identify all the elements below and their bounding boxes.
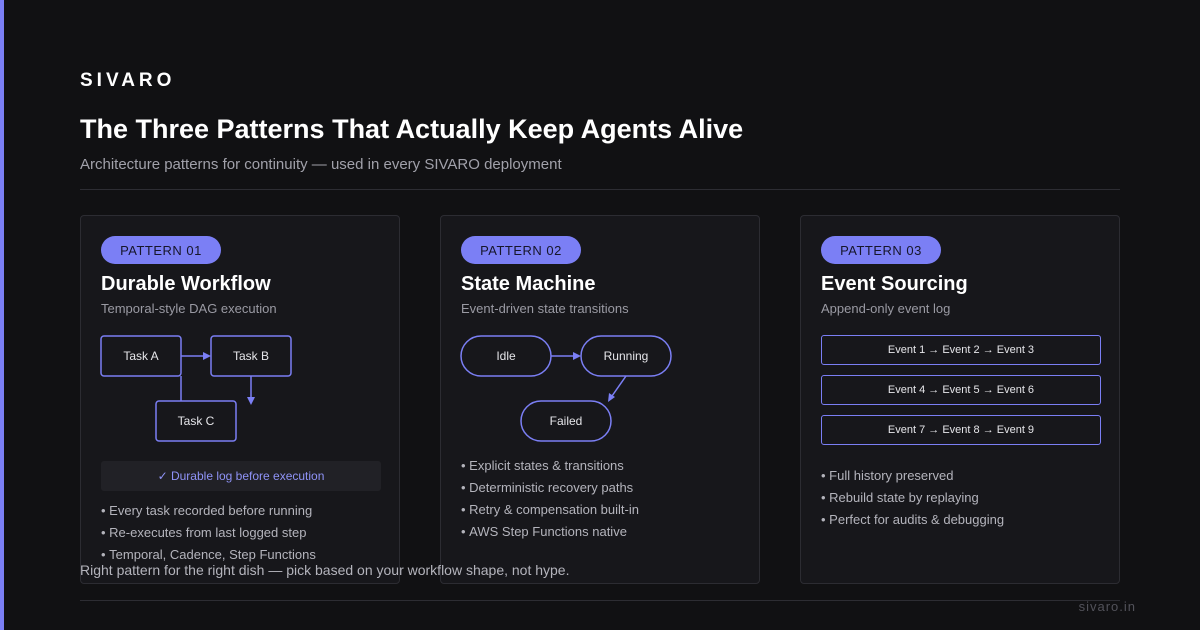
dag-node-task-b: Task B <box>232 349 269 363</box>
event-log-row: Event 7 → Event 8 → Event 9 <box>821 415 1101 445</box>
pattern-badge: PATTERN 03 <box>821 236 941 264</box>
feature-list: Full history preserved Rebuild state by … <box>821 465 1004 531</box>
pattern-card-durable-workflow: PATTERN 01 Durable Workflow Temporal-sty… <box>80 215 400 584</box>
feature-list: Explicit states & transitions Determinis… <box>461 455 639 543</box>
footer-note: Right pattern for the right dish — pick … <box>80 562 570 578</box>
arrowhead <box>203 352 211 360</box>
event-log-row: Event 1 → Event 2 → Event 3 <box>821 335 1101 365</box>
brand-logo: SIVARO <box>80 70 176 91</box>
list-item: Deterministic recovery paths <box>461 477 639 499</box>
state-node-idle: Idle <box>496 349 516 363</box>
dag-node-task-c: Task C <box>177 414 215 428</box>
transition-edge <box>611 375 627 397</box>
durable-log-note: ✓ Durable log before execution <box>101 461 381 491</box>
feature-list: Every task recorded before running Re-ex… <box>101 500 316 566</box>
list-item: AWS Step Functions native <box>461 521 639 543</box>
footer-divider <box>80 600 1120 601</box>
list-item: Explicit states & transitions <box>461 455 639 477</box>
accent-bar <box>0 0 4 630</box>
state-node-failed: Failed <box>549 414 583 428</box>
state-node-running: Running <box>603 349 649 363</box>
list-item: Every task recorded before running <box>101 500 316 522</box>
pattern-card-event-sourcing: PATTERN 03 Event Sourcing Append-only ev… <box>800 215 1120 584</box>
list-item: Rebuild state by replaying <box>821 487 1004 509</box>
list-item: Full history preserved <box>821 465 1004 487</box>
page-title: The Three Patterns That Actually Keep Ag… <box>80 114 744 144</box>
card-title: Event Sourcing <box>821 273 968 295</box>
arrowhead <box>247 397 255 405</box>
list-item: Perfect for audits & debugging <box>821 509 1004 531</box>
pattern-card-state-machine: PATTERN 02 State Machine Event-driven st… <box>440 215 760 584</box>
list-item: Retry & compensation built-in <box>461 499 639 521</box>
card-subtitle: Append-only event log <box>821 301 951 316</box>
list-item: Re-executes from last logged step <box>101 522 316 544</box>
dag-node-task-a: Task A <box>123 349 159 363</box>
arrowhead <box>573 352 581 360</box>
page-subtitle: Architecture patterns for continuity — u… <box>80 156 562 173</box>
header-divider <box>80 189 1120 190</box>
event-log-row: Event 4 → Event 5 → Event 6 <box>821 375 1101 405</box>
footer-url: sivaro.in <box>1078 599 1136 614</box>
